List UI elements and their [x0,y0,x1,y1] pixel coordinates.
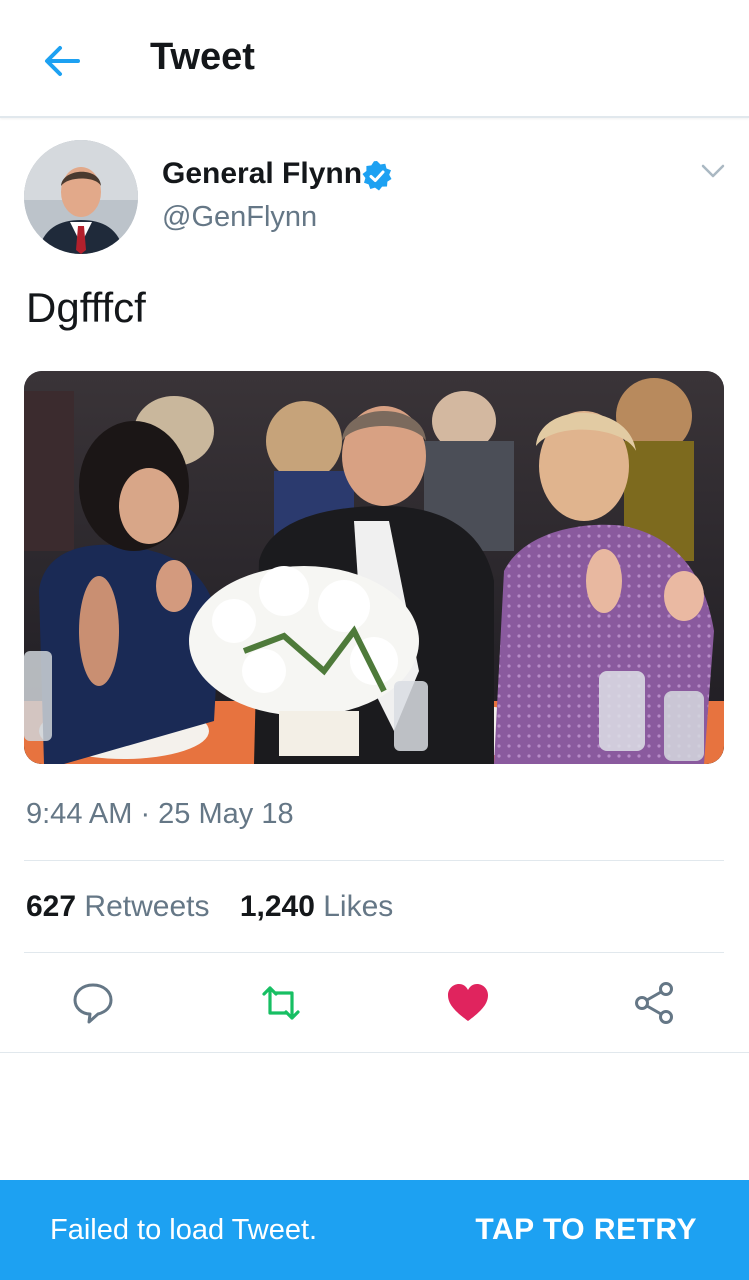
retweet-icon [262,986,300,1020]
back-button[interactable] [38,36,88,86]
likes-count: 1,240 [239,890,315,923]
error-snackbar: Failed to load Tweet. TAP TO RETRY [0,1180,749,1280]
user-handle[interactable]: @GenFlynn [162,201,317,234]
retweets-label: Retweets [84,890,210,923]
divider [0,1052,749,1053]
chevron-down-icon [701,164,725,178]
retry-button[interactable]: TAP TO RETRY [475,1213,697,1247]
likes-label: Likes [323,890,394,923]
reply-button[interactable] [70,980,116,1026]
tweet-photo[interactable] [24,371,724,764]
retweets-stat[interactable]: 627 Retweets [26,890,209,924]
avatar[interactable] [24,140,138,254]
tweet-timestamp: 9:44 AM · 25 May 18 [26,798,294,830]
arrow-left-icon [45,46,80,76]
top-app-bar: Tweet [0,0,749,118]
tweet-text: Dgfffcf [26,284,146,331]
more-options-button[interactable] [698,158,728,184]
likes-stat[interactable]: 1,240 Likes [240,890,393,924]
divider [24,860,724,861]
tweet-stats: 627 Retweets 1,240 Likes [26,890,415,924]
share-icon [635,982,673,1024]
divider [24,952,724,953]
reply-icon [73,983,113,1024]
display-name[interactable]: General Flynn [162,157,362,191]
snackbar-message: Failed to load Tweet. [50,1214,318,1246]
retweet-button[interactable] [258,980,304,1026]
page-title: Tweet [150,36,255,78]
share-button[interactable] [632,980,678,1026]
retweets-count: 627 [26,890,77,923]
like-button[interactable] [445,980,491,1026]
heart-icon [448,984,488,1021]
verified-badge-icon [362,161,392,191]
